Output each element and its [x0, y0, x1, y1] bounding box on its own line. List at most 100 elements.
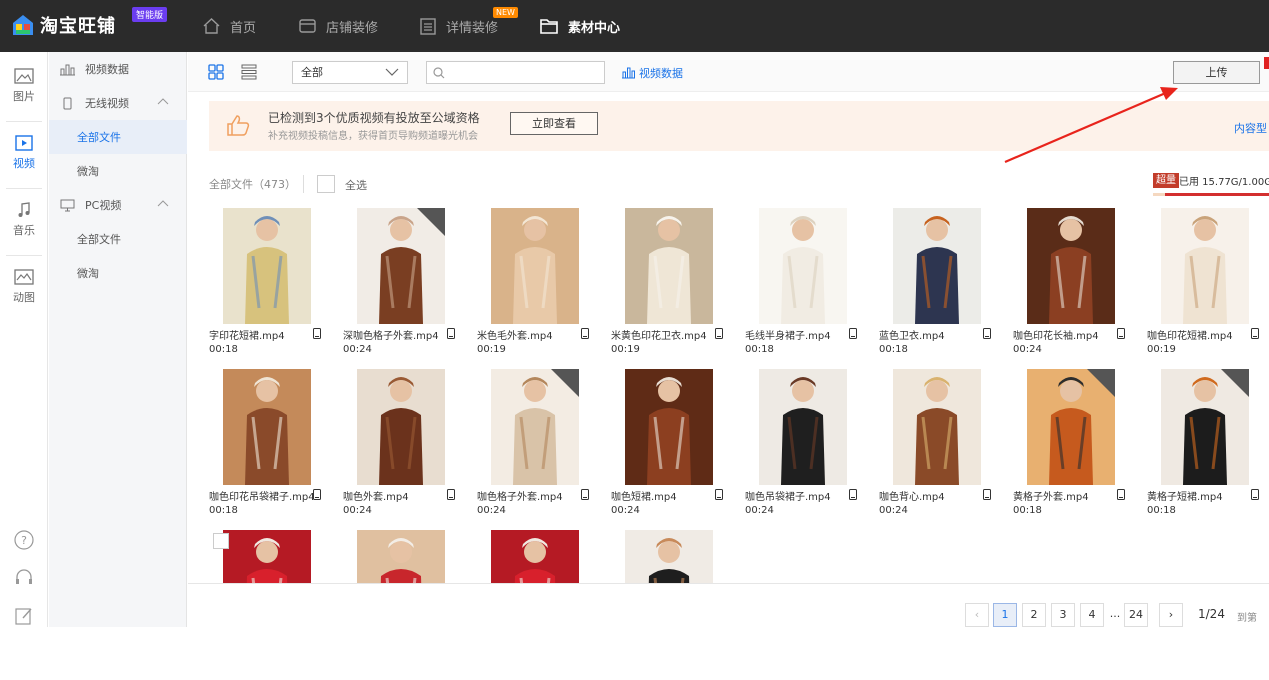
home-icon — [203, 18, 220, 34]
video-thumbnail[interactable] — [223, 369, 311, 485]
upload-button[interactable]: 上传 — [1173, 61, 1260, 84]
shop-icon — [299, 19, 316, 33]
video-card[interactable]: 咖色格子外套.mp4 00:24 — [477, 369, 607, 519]
video-name: 咖色吊袋裙子.mp4 — [745, 492, 831, 503]
video-card[interactable]: 咖色印花长袖.mp4 00:24 — [1013, 208, 1143, 358]
prev-page-button[interactable]: ‹ — [965, 603, 989, 627]
video-duration: 00:18 — [1013, 505, 1042, 516]
video-card[interactable]: 黄格子外套.mp4 00:18 — [1013, 369, 1143, 519]
video-name: 米色毛外套.mp4 — [477, 331, 553, 342]
phone-icon — [1251, 489, 1259, 500]
page-button[interactable]: 1 — [993, 603, 1017, 627]
subnav-pc-weitao[interactable]: 微淘 — [49, 256, 187, 290]
video-card[interactable]: 米色毛外套.mp4 00:19 — [477, 208, 607, 358]
rail-label-video: 视频 — [13, 157, 35, 170]
feedback-button[interactable] — [0, 606, 48, 626]
hd-corner-badge — [551, 369, 579, 397]
video-thumbnail[interactable] — [1027, 369, 1115, 485]
filter-select-value: 全部 — [301, 66, 323, 79]
phone-icon — [581, 328, 589, 339]
support-button[interactable] — [0, 568, 48, 588]
subnav-mobile-all-files[interactable]: 全部文件 — [49, 120, 187, 154]
video-thumbnail[interactable] — [893, 208, 981, 324]
video-data-link[interactable]: 视频数据 — [621, 65, 683, 81]
video-card[interactable]: 字印花短裙.mp4 00:18 — [209, 208, 339, 358]
view-now-button[interactable]: 立即查看 — [510, 112, 598, 135]
list-view-icon[interactable] — [241, 64, 257, 80]
video-card[interactable]: 咖色印花短裙.mp4 00:19 — [1147, 208, 1269, 358]
video-duration: 00:19 — [477, 344, 506, 355]
video-thumbnail[interactable] — [223, 530, 311, 583]
phone-icon — [849, 328, 857, 339]
video-card[interactable]: 咖色短裙.mp4 00:24 — [611, 369, 741, 519]
video-name: 字印花短裙.mp4 — [209, 331, 285, 342]
video-thumbnail[interactable] — [625, 530, 713, 583]
banner-subtitle: 补充视频投稿信息，获得首页导购频道曝光机会 — [268, 131, 478, 142]
headset-icon — [16, 569, 32, 584]
next-page-button[interactable]: › — [1159, 603, 1183, 627]
video-card[interactable]: 咖色吊袋裙子.mp4 00:24 — [745, 369, 875, 519]
video-thumbnail[interactable] — [893, 369, 981, 485]
video-card[interactable]: 咖色印花吊袋裙子.mp4 00:18 — [209, 369, 339, 519]
video-thumbnail[interactable] — [491, 208, 579, 324]
video-thumbnail[interactable] — [357, 369, 445, 485]
video-select-checkbox[interactable] — [213, 533, 229, 549]
subnav-group-mobile[interactable]: 无线视频 — [49, 86, 187, 120]
storage-usage-bar — [1153, 193, 1269, 196]
rail-item-video[interactable]: 视频 — [0, 125, 48, 181]
video-name: 咖色印花短裙.mp4 — [1147, 331, 1233, 342]
video-thumbnail[interactable] — [357, 208, 445, 324]
page-button[interactable]: 3 — [1051, 603, 1075, 627]
filter-select[interactable]: 全部 — [292, 61, 408, 84]
video-card[interactable]: 深咖色格子外套.mp4 00:24 — [343, 208, 473, 358]
subnav-pc-all-files[interactable]: 全部文件 — [49, 222, 187, 256]
rail-item-music[interactable]: 音乐 — [0, 192, 48, 248]
content-type-link[interactable]: 内容型 — [1234, 120, 1267, 136]
video-card[interactable]: 毛线半身裙子.mp4 00:18 — [745, 208, 875, 358]
video-thumbnail[interactable] — [1027, 208, 1115, 324]
help-button[interactable]: ? — [0, 530, 48, 550]
image-icon — [14, 68, 34, 84]
video-card[interactable]: 蓝色卫衣.mp4 00:18 — [879, 208, 1009, 358]
video-thumbnail[interactable] — [1161, 208, 1249, 324]
promo-banner: 已检测到3个优质视频有投放至公域资格 补充视频投稿信息，获得首页导购频道曝光机会… — [209, 101, 1269, 151]
video-card[interactable]: 咖色背心.mp4 00:24 — [879, 369, 1009, 519]
nav-material-center[interactable]: 素材中心 — [540, 0, 620, 52]
select-all-checkbox[interactable] — [317, 175, 335, 193]
nav-home[interactable]: 首页 — [203, 0, 256, 52]
rail-divider — [6, 121, 42, 122]
page-button[interactable]: 4 — [1080, 603, 1104, 627]
video-thumbnail[interactable] — [625, 208, 713, 324]
logo-text: 淘宝旺铺 — [40, 16, 116, 37]
grid-view-icon[interactable] — [208, 64, 224, 80]
phone-icon — [983, 489, 991, 500]
subnav-mobile-weitao[interactable]: 微淘 — [49, 154, 187, 188]
subnav-group-mobile-label: 无线视频 — [85, 97, 129, 110]
search-input[interactable] — [426, 61, 605, 84]
nav-detail-decor[interactable]: 详情装修 NEW — [420, 0, 518, 52]
video-thumbnail[interactable] — [491, 369, 579, 485]
logo[interactable]: 淘宝旺铺 — [12, 12, 116, 38]
storage-usage: 已用 15.77G/1.00G — [1179, 177, 1269, 188]
hd-corner-badge — [417, 208, 445, 236]
video-thumbnail[interactable] — [491, 530, 579, 583]
rail-item-gif[interactable]: 动图 — [0, 259, 48, 315]
bar-chart-icon — [622, 67, 635, 79]
video-thumbnail[interactable] — [759, 208, 847, 324]
rail-item-image[interactable]: 图片 — [0, 58, 48, 114]
video-thumbnail[interactable] — [223, 208, 311, 324]
video-thumbnail[interactable] — [1161, 369, 1249, 485]
video-name: 咖色格子外套.mp4 — [477, 492, 563, 503]
nav-shop-decor[interactable]: 店铺装修 — [299, 0, 378, 52]
video-thumbnail[interactable] — [759, 369, 847, 485]
video-thumbnail[interactable] — [357, 530, 445, 583]
page-button[interactable]: 2 — [1022, 603, 1046, 627]
subnav-video-data[interactable]: 视频数据 — [49, 52, 187, 86]
video-card[interactable]: 米黄色印花卫衣.mp4 00:19 — [611, 208, 741, 358]
video-card[interactable]: 咖色外套.mp4 00:24 — [343, 369, 473, 519]
page-button[interactable]: 24 — [1124, 603, 1148, 627]
subnav-group-pc[interactable]: PC视频 — [49, 188, 187, 222]
video-card[interactable]: 黄格子短裙.mp4 00:18 — [1147, 369, 1269, 519]
page-info: 1/24 — [1198, 607, 1225, 621]
video-thumbnail[interactable] — [625, 369, 713, 485]
